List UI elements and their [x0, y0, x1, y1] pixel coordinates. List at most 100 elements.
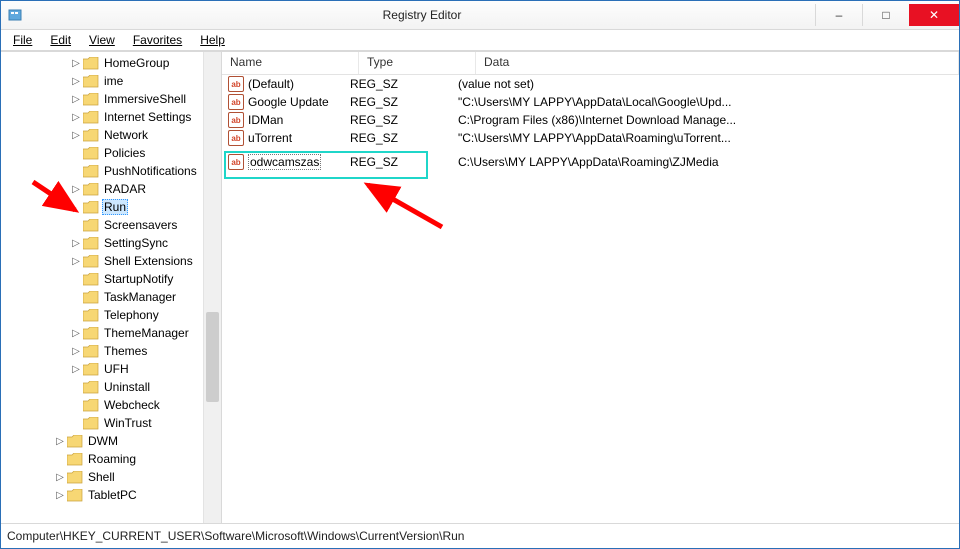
tree-item[interactable]: ▷Shell Extensions: [1, 252, 221, 270]
folder-icon: [83, 57, 99, 70]
folder-icon: [67, 471, 83, 484]
folder-icon: [83, 237, 99, 250]
expand-icon[interactable]: ▷: [53, 490, 67, 501]
menu-file[interactable]: File: [5, 31, 40, 49]
folder-icon: [83, 111, 99, 124]
tree-item[interactable]: PushNotifications: [1, 162, 221, 180]
tree-item-label: RADAR: [102, 182, 148, 196]
tree-item[interactable]: ▷TabletPC: [1, 486, 221, 504]
cell-name: abIDMan: [228, 112, 350, 128]
tree-scrollbar[interactable]: [203, 52, 221, 523]
tree-item[interactable]: ▷ RADAR: [1, 180, 221, 198]
main-body: ▷HomeGroup▷ime▷ImmersiveShell▷Internet S…: [1, 51, 959, 523]
expand-icon[interactable]: ▷: [69, 364, 83, 375]
expand-icon[interactable]: ▷: [69, 328, 83, 339]
window: Registry Editor – □ ✕ File Edit View Fav…: [0, 0, 960, 549]
tree-item[interactable]: Webcheck: [1, 396, 221, 414]
close-button[interactable]: ✕: [909, 4, 959, 26]
window-title: Registry Editor: [29, 8, 815, 22]
tree-item[interactable]: ▷ SettingSync: [1, 234, 221, 252]
expand-icon[interactable]: ▷: [69, 94, 83, 105]
expand-icon[interactable]: ▷: [69, 130, 83, 141]
expand-icon[interactable]: ▷: [69, 58, 83, 69]
folder-icon: [83, 201, 99, 214]
expand-icon[interactable]: ▷: [53, 436, 67, 447]
folder-icon: [83, 147, 99, 160]
titlebar: Registry Editor – □ ✕: [1, 1, 959, 30]
folder-icon: [83, 75, 99, 88]
tree-item[interactable]: Policies: [1, 144, 221, 162]
folder-icon: [67, 489, 83, 502]
scrollbar-thumb[interactable]: [206, 312, 219, 402]
tree-item[interactable]: ▷Network: [1, 126, 221, 144]
cell-name: ab(Default): [228, 76, 350, 92]
expand-icon[interactable]: ▷: [69, 184, 83, 195]
value-data: "C:\Users\MY LAPPY\AppData\Local\Google\…: [458, 95, 959, 109]
app-icon: [7, 7, 23, 23]
expand-icon[interactable]: ▷: [53, 472, 67, 483]
tree-item[interactable]: ▷DWM: [1, 432, 221, 450]
tree[interactable]: ▷HomeGroup▷ime▷ImmersiveShell▷Internet S…: [1, 52, 221, 506]
menu-help[interactable]: Help: [192, 31, 233, 49]
tree-item-label: SettingSync: [102, 236, 170, 250]
list-row[interactable]: ab(Default)REG_SZ(value not set): [222, 75, 959, 93]
tree-item[interactable]: Run: [1, 198, 221, 216]
column-data[interactable]: Data: [476, 52, 959, 74]
tree-item-label: Internet Settings: [102, 110, 193, 124]
folder-icon: [83, 165, 99, 178]
tree-item[interactable]: Roaming: [1, 450, 221, 468]
tree-item-label: Themes: [102, 344, 149, 358]
list-row[interactable]: abIDManREG_SZC:\Program Files (x86)\Inte…: [222, 111, 959, 129]
tree-item[interactable]: Screensavers: [1, 216, 221, 234]
tree-item[interactable]: ▷ Internet Settings: [1, 108, 221, 126]
menu-favorites[interactable]: Favorites: [125, 31, 190, 49]
folder-icon: [83, 219, 99, 232]
tree-item[interactable]: ▷ ThemeManager: [1, 324, 221, 342]
tree-item[interactable]: ▷ Shell: [1, 468, 221, 486]
column-type[interactable]: Type: [359, 52, 476, 74]
value-data: (value not set): [458, 77, 959, 91]
list-body[interactable]: ab(Default)REG_SZ(value not set)abGoogle…: [222, 75, 959, 523]
tree-item[interactable]: StartupNotify: [1, 270, 221, 288]
tree-item[interactable]: ▷ ImmersiveShell: [1, 90, 221, 108]
value-type: REG_SZ: [350, 113, 458, 127]
tree-item[interactable]: ▷ime: [1, 72, 221, 90]
expand-icon[interactable]: ▷: [69, 238, 83, 249]
menubar: File Edit View Favorites Help: [1, 30, 959, 51]
tree-item[interactable]: ▷ Themes: [1, 342, 221, 360]
minimize-button[interactable]: –: [815, 4, 862, 26]
tree-item[interactable]: ▷ HomeGroup: [1, 54, 221, 72]
menu-edit[interactable]: Edit: [42, 31, 79, 49]
string-value-icon: ab: [228, 130, 244, 146]
tree-item[interactable]: WinTrust: [1, 414, 221, 432]
tree-item-label: HomeGroup: [102, 56, 171, 70]
string-value-icon: ab: [228, 154, 244, 170]
menu-view[interactable]: View: [81, 31, 123, 49]
folder-icon: [83, 309, 99, 322]
expand-icon[interactable]: ▷: [69, 256, 83, 267]
list-header: Name Type Data: [222, 52, 959, 75]
tree-item-label: ImmersiveShell: [102, 92, 188, 106]
tree-item-label: WinTrust: [102, 416, 154, 430]
expand-icon[interactable]: ▷: [69, 112, 83, 123]
tree-item[interactable]: TaskManager: [1, 288, 221, 306]
tree-item-label: StartupNotify: [102, 272, 175, 286]
folder-icon: [83, 183, 99, 196]
maximize-button[interactable]: □: [862, 4, 909, 26]
value-data: C:\Users\MY LAPPY\AppData\Roaming\ZJMedi…: [458, 155, 959, 169]
value-data: C:\Program Files (x86)\Internet Download…: [458, 113, 959, 127]
expand-icon[interactable]: ▷: [69, 346, 83, 357]
tree-pane: ▷HomeGroup▷ime▷ImmersiveShell▷Internet S…: [1, 52, 222, 523]
tree-item[interactable]: ▷UFH: [1, 360, 221, 378]
value-name: Google Update: [248, 95, 329, 109]
tree-item-label: Roaming: [86, 452, 138, 466]
tree-item[interactable]: Uninstall: [1, 378, 221, 396]
list-row[interactable]: abGoogle UpdateREG_SZ"C:\Users\MY LAPPY\…: [222, 93, 959, 111]
expand-icon[interactable]: ▷: [69, 76, 83, 87]
tree-item[interactable]: Telephony: [1, 306, 221, 324]
list-row[interactable]: abuTorrentREG_SZ"C:\Users\MY LAPPY\AppDa…: [222, 129, 959, 147]
tree-item-label: Shell: [86, 470, 117, 484]
list-row[interactable]: abodwcamszasREG_SZC:\Users\MY LAPPY\AppD…: [222, 153, 959, 171]
tree-item-label: ThemeManager: [102, 326, 191, 340]
column-name[interactable]: Name: [222, 52, 359, 74]
